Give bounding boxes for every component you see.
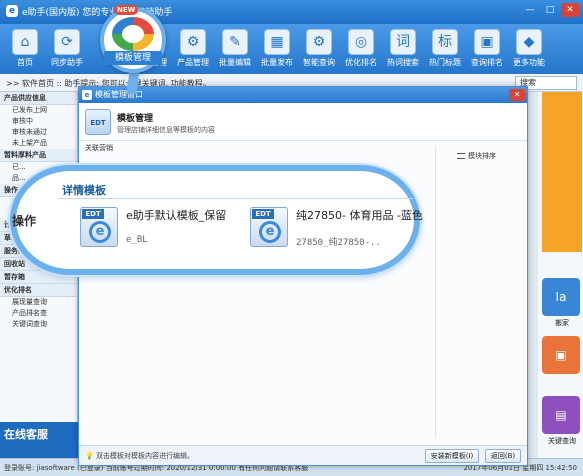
toolbar-button[interactable]: ◆ 更多功能 xyxy=(508,27,550,71)
edit-icon: ✎ xyxy=(222,29,248,55)
minimize-icon[interactable]: — xyxy=(521,3,539,17)
product-icon: ⚙ xyxy=(180,29,206,55)
edt-template-icon: EDT e xyxy=(80,207,118,247)
sidebar-item[interactable]: 展现量查询 xyxy=(0,297,77,308)
template-manager-icon xyxy=(112,17,154,51)
toolbar-button[interactable]: ▣ 查询排名 xyxy=(466,27,508,71)
dialog-footer: 💡 双击模板对模板内容进行编辑。 安装新模板(I) 返回(B) xyxy=(79,445,527,465)
toolbar-button-label: 优化排名 xyxy=(345,58,377,67)
toolbar-button-label: 批量编辑 xyxy=(219,58,251,67)
sidebar-item[interactable]: 未上架产品 xyxy=(0,138,77,149)
sidebar: 产品供应信息 已发布上网 审核中 审核未通过 未上架产品 暂料厚料产品 已... 品... 操作… xyxy=(0,92,78,458)
toolbar-button[interactable]: ◎ 优化排名 xyxy=(340,27,382,71)
back-button[interactable]: 返回(B) xyxy=(485,449,521,463)
sidebar-item[interactable]: 审核未通过 xyxy=(0,127,77,138)
dialog-header: EDT 模板管理 管理店铺详细信息等模板的内容 xyxy=(79,103,527,141)
toolbar-button-label: 同步助手 xyxy=(51,58,83,67)
search-icon: ⚙ xyxy=(306,29,332,55)
install-template-button[interactable]: 安装新模板(I) xyxy=(425,449,479,463)
template-manager-dialog: e 模板管理窗口 ✕ EDT 模板管理 管理店铺详细信息等模板的内容 关联营销 … xyxy=(78,86,528,466)
ad-banner xyxy=(542,92,582,252)
sort-icon xyxy=(457,153,465,159)
toolbar-button[interactable]: ✎ 批量编辑 xyxy=(214,27,256,71)
template-code: 27850_纯27850-.. xyxy=(296,238,381,248)
sync-icon: ⟳ xyxy=(54,29,80,55)
edt-icon: EDT xyxy=(85,109,111,135)
quick-tool-label: 关键查询 xyxy=(548,437,576,445)
toolbar-button-label: 热门标题 xyxy=(429,58,461,67)
detail-template-heading: 详情模板 xyxy=(62,184,106,197)
hotword-icon: 词 xyxy=(390,29,416,55)
sidebar-item[interactable]: 产品排名查 xyxy=(0,308,77,319)
callout-divider xyxy=(58,198,413,199)
edt-template-icon: EDT e xyxy=(250,207,288,247)
dialog-subheading: 管理店铺详细信息等模板的内容 xyxy=(117,126,215,134)
quick-tool-button[interactable]: ▣ xyxy=(542,336,580,374)
title-bar: e e助手(国内版) 您的专业网络营销助手 — □ ✕ xyxy=(0,0,583,24)
sidebar-section-header[interactable]: 优化排名 xyxy=(0,284,77,297)
toolbar-button[interactable]: ⟳ 同步助手 xyxy=(46,27,88,71)
toolbar-button-label: 查询排名 xyxy=(471,58,503,67)
quick-tool-button[interactable]: Ia xyxy=(542,278,580,316)
toolbar-button[interactable]: ▦ 批量发布 xyxy=(256,27,298,71)
quick-tool-button[interactable]: ▤ xyxy=(542,396,580,434)
module-sort-button[interactable]: 模块排序 xyxy=(457,151,496,161)
dialog-heading: 模板管理 xyxy=(117,114,154,124)
toolbar-button-label: 热词搜索 xyxy=(387,58,419,67)
sidebar-item[interactable]: 审核中 xyxy=(0,116,77,127)
dialog-divider xyxy=(435,147,436,437)
rank-icon: ◎ xyxy=(348,29,374,55)
toolbar-button-label: 智能查询 xyxy=(303,58,335,67)
toolbar-button-label: 产品管理 xyxy=(177,58,209,67)
toolbar-button[interactable]: 词热词搜索 xyxy=(382,27,424,71)
template-code: e_BL xyxy=(126,235,148,245)
dialog-tip: 💡 双击模板对模板内容进行编辑。 xyxy=(85,452,194,460)
maximize-icon[interactable]: □ xyxy=(541,3,559,17)
toolbar-button-label: 首页 xyxy=(17,58,33,67)
template-name: 纯27850- 体育用品 -蓝色 xyxy=(296,209,423,222)
toolbar-button[interactable]: ⚙ 产品管理 xyxy=(172,27,214,71)
toolbar-button[interactable]: ⌂ 首页 xyxy=(4,27,46,71)
app-window: e e助手(国内版) 您的专业网络营销助手 — □ ✕ ⌂ 首页 ⟳ 同步助手 ▤ 模板管… xyxy=(0,0,583,476)
toolbar-button-label: 更多功能 xyxy=(513,58,545,67)
sidebar-item[interactable]: 关键词查询 xyxy=(0,319,77,330)
tab-related-marketing[interactable]: 关联营销 xyxy=(85,143,113,153)
more-icon: ◆ xyxy=(516,29,542,55)
template-name: e助手默认模板_保留 xyxy=(126,209,227,222)
dialog-app-icon: e xyxy=(82,90,92,100)
publish-icon: ▦ xyxy=(264,29,290,55)
toolbar-button-label: 批量发布 xyxy=(261,58,293,67)
template-manager-bubble[interactable]: NEW 模板管理 xyxy=(100,5,166,73)
module-sort-label: 模块排序 xyxy=(468,152,496,160)
home-icon: ⌂ xyxy=(12,29,38,55)
query-icon: ▣ xyxy=(474,29,500,55)
sidebar-section-header[interactable]: 产品供应信息 xyxy=(0,92,77,105)
close-icon[interactable]: ✕ xyxy=(561,3,579,17)
dialog-title-bar: e 模板管理窗口 ✕ xyxy=(79,87,527,103)
dialog-tip-text: 双击模板对模板内容进行编辑。 xyxy=(95,452,194,460)
callout-side-label: 操作 xyxy=(12,214,37,228)
right-strip: Ia 搬家 ▣ ▤ 关键查询 xyxy=(538,92,583,458)
quick-tool-label: 搬家 xyxy=(555,319,569,327)
sidebar-section-header[interactable]: 暂料厚料产品 xyxy=(0,149,77,162)
new-badge: NEW xyxy=(114,5,139,15)
sidebar-item[interactable]: 已发布上网 xyxy=(0,105,77,116)
title-icon: 标 xyxy=(432,29,458,55)
dialog-close-icon[interactable]: ✕ xyxy=(509,89,525,101)
online-service-banner[interactable]: 在线客服 xyxy=(0,422,78,458)
bubble-label: 模板管理 xyxy=(104,51,162,65)
toolbar-button[interactable]: 标热门标题 xyxy=(424,27,466,71)
window-controls: — □ ✕ xyxy=(521,3,579,17)
main-toolbar: ⌂首页⟳同步助手▤模板管理⚙产品管理✎批量编辑▦批量发布⚙智能查询◎优化排名词热… xyxy=(0,24,583,74)
app-logo-icon: e xyxy=(6,5,18,17)
toolbar-button[interactable]: ⚙ 智能查询 xyxy=(298,27,340,71)
